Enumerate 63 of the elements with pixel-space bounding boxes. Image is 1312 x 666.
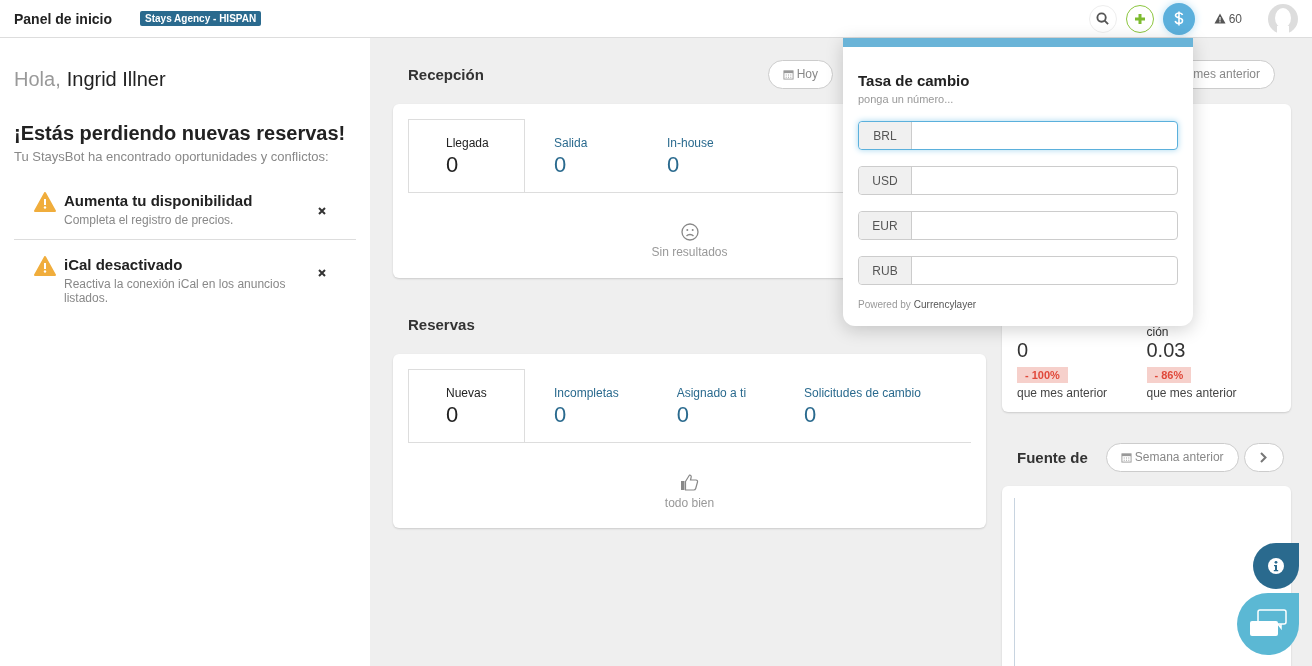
user-name: Ingrid Illner <box>66 68 166 91</box>
empty-message: Sin resultados <box>651 245 728 259</box>
info-icon <box>1268 558 1284 574</box>
provider-name: Currencylayer <box>913 299 977 310</box>
section-title: Recepción <box>408 65 484 83</box>
currency-field[interactable]: RUB <box>858 256 1178 285</box>
currency-field[interactable]: BRL <box>858 121 1178 150</box>
popup-title: Tasa de cambio <box>858 72 971 89</box>
section-title: Fuente de <box>1017 448 1088 466</box>
popup-subtitle: ponga un número... <box>858 93 955 105</box>
warning-icon <box>34 256 56 276</box>
currency-field[interactable]: USD <box>858 166 1178 195</box>
page-title: Panel de inicio <box>14 10 113 27</box>
close-icon <box>318 207 326 215</box>
comparison-text: que mes anterior <box>1017 386 1109 400</box>
greeting: Hola, <box>14 68 61 91</box>
change-badge: - 100% <box>1017 367 1068 383</box>
currency-code: RUB <box>859 257 912 284</box>
tab[interactable]: Nuevas 0 <box>408 369 525 442</box>
search-icon <box>1096 12 1110 25</box>
alert-description: Completa el registro de precios. <box>64 213 235 227</box>
section-title: Reservas <box>408 315 475 333</box>
calendar-icon <box>1120 451 1132 463</box>
calendar-icon <box>782 68 794 80</box>
sad-face-icon <box>680 223 699 241</box>
next-button[interactable] <box>1243 442 1284 472</box>
tab[interactable]: Llegada 0 <box>408 119 525 192</box>
alerts-heading: ¡Estás perdiendo nuevas reservas! <box>14 122 347 145</box>
chevron-right-icon <box>1260 451 1268 463</box>
currency-code: EUR <box>859 212 912 239</box>
tab[interactable]: Salida 0 <box>525 119 638 192</box>
warning-icon <box>1213 13 1226 24</box>
warning-icon <box>34 192 56 212</box>
powered-by-text: Powered by <box>858 299 911 310</box>
empty-message: todo bien <box>664 496 715 510</box>
avatar-icon[interactable] <box>1268 3 1298 34</box>
currency-button[interactable] <box>1162 2 1195 35</box>
alerts-subheading: Tu StaysBot ha encontrado oportunidades y conflictos: <box>14 149 330 164</box>
tab[interactable]: Incompletas 0 <box>525 369 648 442</box>
currency-code: BRL <box>859 122 912 149</box>
search-button[interactable] <box>1088 4 1117 33</box>
tab[interactable]: In-house 0 <box>638 119 751 192</box>
close-icon <box>318 269 326 277</box>
plus-icon <box>1133 12 1146 25</box>
alerts-count[interactable]: 60 <box>1228 11 1242 26</box>
metric-value: 0.03 <box>1146 339 1187 362</box>
thumbs-up-icon <box>680 473 699 492</box>
change-badge: - 86% <box>1146 367 1192 383</box>
comparison-text: que mes anterior <box>1146 386 1238 400</box>
currency-code: USD <box>859 167 912 194</box>
alert-description: Reactiva la conexión iCal en los anuncios listados. <box>64 277 287 305</box>
metric-label: ción <box>1146 325 1170 339</box>
date-button[interactable]: Semana anterior <box>1105 442 1239 472</box>
tab[interactable]: Solicitudes de cambio 0 <box>775 369 950 442</box>
date-button[interactable]: Hoy <box>767 59 833 89</box>
tab[interactable]: Asignado a ti 0 <box>647 369 776 442</box>
agency-badge: Stays Agency - HISPAN <box>140 11 262 26</box>
currency-field[interactable]: EUR <box>858 211 1178 240</box>
dollar-icon <box>1173 11 1184 26</box>
metric-value: 0 <box>1017 339 1030 362</box>
alert-title: Aumenta tu disponibilidad <box>64 192 254 209</box>
add-button[interactable] <box>1125 4 1154 33</box>
alert-title: iCal desactivado <box>64 256 184 273</box>
